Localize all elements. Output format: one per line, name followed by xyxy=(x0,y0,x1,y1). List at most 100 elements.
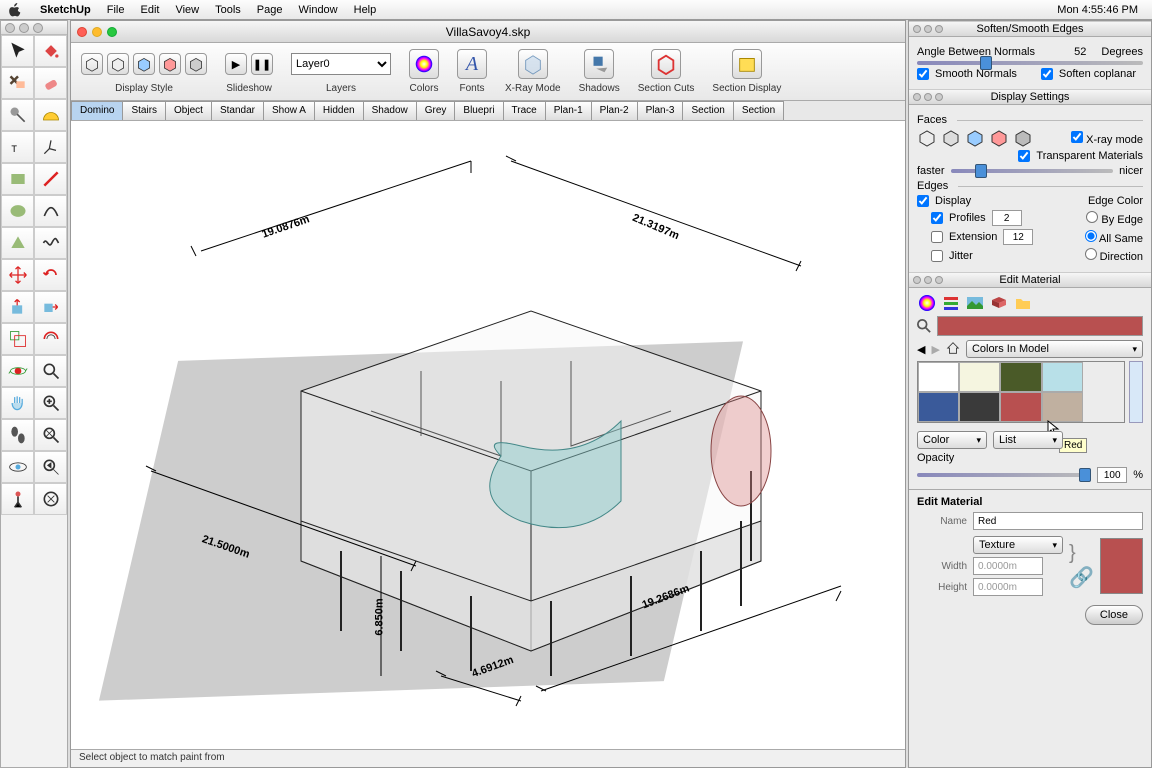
swatch-lightblue[interactable] xyxy=(1042,362,1083,392)
tab-section-1[interactable]: Section xyxy=(682,101,733,120)
zoom-window-tool[interactable] xyxy=(34,387,67,419)
line-tool[interactable] xyxy=(34,163,67,195)
orbit-tool[interactable] xyxy=(1,355,34,387)
axes-tool[interactable] xyxy=(34,131,67,163)
style-hidden-icon[interactable] xyxy=(107,53,129,75)
tab-trace[interactable]: Trace xyxy=(503,101,546,120)
direction-radio[interactable] xyxy=(1085,248,1097,260)
position-camera-tool[interactable] xyxy=(1,483,34,515)
tab-stairs[interactable]: Stairs xyxy=(122,101,166,120)
tab-plan-1[interactable]: Plan-1 xyxy=(545,101,592,120)
section-display-icon[interactable] xyxy=(732,49,762,79)
colors-icon[interactable] xyxy=(409,49,439,79)
tab-object[interactable]: Object xyxy=(165,101,212,120)
menu-file[interactable]: File xyxy=(99,4,133,16)
tab-hidden[interactable]: Hidden xyxy=(314,101,364,120)
followme-tool[interactable] xyxy=(34,291,67,323)
eraser-tool[interactable] xyxy=(34,67,67,99)
play-button[interactable]: ▶ xyxy=(225,53,247,75)
menu-window[interactable]: Window xyxy=(291,4,346,16)
rotate-tool[interactable] xyxy=(34,259,67,291)
display-edges-check[interactable] xyxy=(917,195,929,207)
previous-view-tool[interactable] xyxy=(34,451,67,483)
tab-plan-2[interactable]: Plan-2 xyxy=(591,101,638,120)
tab-section-2[interactable]: Section xyxy=(733,101,784,120)
material-search-input[interactable] xyxy=(937,316,1143,336)
text-tool[interactable]: T xyxy=(1,131,34,163)
close-button[interactable]: Close xyxy=(1085,605,1143,625)
style-textured-icon[interactable] xyxy=(159,53,181,75)
rectangle-tool[interactable] xyxy=(1,67,34,99)
swatch-dark[interactable] xyxy=(959,392,1000,422)
fonts-icon[interactable]: A xyxy=(457,49,487,79)
swatch-cream[interactable] xyxy=(959,362,1000,392)
color-mode-select[interactable]: Color xyxy=(917,431,987,449)
arc-tool[interactable] xyxy=(34,195,67,227)
width-input[interactable] xyxy=(973,557,1043,575)
menu-page[interactable]: Page xyxy=(249,4,291,16)
protractor-tool[interactable] xyxy=(34,99,67,131)
walk-tool[interactable] xyxy=(1,419,34,451)
pan-tool[interactable] xyxy=(1,387,34,419)
style-wireframe-icon[interactable] xyxy=(81,53,103,75)
image-icon[interactable] xyxy=(965,294,985,312)
nav-fwd-icon[interactable]: ▶ xyxy=(931,343,939,356)
xray-mode-check[interactable] xyxy=(1071,131,1083,143)
layer-select[interactable]: Layer0 xyxy=(291,53,391,75)
profiles-check[interactable] xyxy=(931,212,943,224)
extension-check[interactable] xyxy=(931,231,943,243)
home-icon[interactable] xyxy=(946,341,960,358)
menu-edit[interactable]: Edit xyxy=(132,4,167,16)
link-dimensions-icon[interactable]: }🔗 xyxy=(1069,542,1094,590)
menu-help[interactable]: Help xyxy=(346,4,385,16)
zoom-tool[interactable] xyxy=(34,355,67,387)
zoom-button[interactable] xyxy=(107,27,117,37)
polygon-tool[interactable] xyxy=(1,227,34,259)
opacity-input[interactable] xyxy=(1097,467,1127,483)
scale-tool[interactable] xyxy=(1,323,34,355)
brick-icon[interactable] xyxy=(989,294,1009,312)
swatch-tan[interactable] xyxy=(1042,392,1083,422)
soften-coplanar-check[interactable] xyxy=(1041,68,1053,80)
opacity-slider[interactable] xyxy=(917,473,1091,477)
nav-back-icon[interactable]: ◀ xyxy=(917,343,925,356)
folder-icon[interactable] xyxy=(1013,294,1033,312)
transparent-check[interactable] xyxy=(1018,150,1030,162)
menu-tools[interactable]: Tools xyxy=(207,4,249,16)
style-mono-icon[interactable] xyxy=(185,53,207,75)
swatch-scrollbar[interactable] xyxy=(1129,361,1143,423)
all-same-radio[interactable] xyxy=(1085,230,1097,242)
texture-select[interactable]: Texture xyxy=(973,536,1063,554)
freehand-tool[interactable] xyxy=(34,227,67,259)
colors-in-model-select[interactable]: Colors In Model xyxy=(966,340,1143,358)
paint-bucket-tool[interactable] xyxy=(34,35,67,67)
close-button[interactable] xyxy=(77,27,87,37)
offset-tool[interactable] xyxy=(34,323,67,355)
sliders-icon[interactable] xyxy=(941,294,961,312)
style-shaded-icon[interactable] xyxy=(133,53,155,75)
minimize-button[interactable] xyxy=(92,27,102,37)
select-tool[interactable] xyxy=(1,35,34,67)
tab-bluepri[interactable]: Bluepri xyxy=(454,101,503,120)
face-style-1-icon[interactable] xyxy=(917,129,937,147)
face-style-2-icon[interactable] xyxy=(941,129,961,147)
tape-measure-tool[interactable] xyxy=(1,99,34,131)
tab-shadow[interactable]: Shadow xyxy=(363,101,417,120)
pause-button[interactable]: ❚❚ xyxy=(251,53,273,75)
smooth-normals-check[interactable] xyxy=(917,68,929,80)
swatch-white[interactable] xyxy=(918,362,959,392)
look-around-tool[interactable] xyxy=(1,451,34,483)
model-viewport[interactable]: 19.0876m 21.3197m 21.5000m 6.850m 4.6912… xyxy=(71,121,905,749)
swatch-red[interactable] xyxy=(1000,392,1041,422)
zoom-extents-tool[interactable] xyxy=(34,419,67,451)
swatch-olive[interactable] xyxy=(1000,362,1041,392)
pushpull-tool[interactable] xyxy=(1,291,34,323)
rectangle-draw-tool[interactable] xyxy=(1,163,34,195)
profiles-input[interactable] xyxy=(992,210,1022,226)
face-style-5-icon[interactable] xyxy=(1013,129,1033,147)
section-plane-tool[interactable] xyxy=(34,483,67,515)
colorwheel-icon[interactable] xyxy=(917,294,937,312)
face-style-3-icon[interactable] xyxy=(965,129,985,147)
angle-slider[interactable] xyxy=(917,61,1143,65)
section-cuts-icon[interactable] xyxy=(651,49,681,79)
